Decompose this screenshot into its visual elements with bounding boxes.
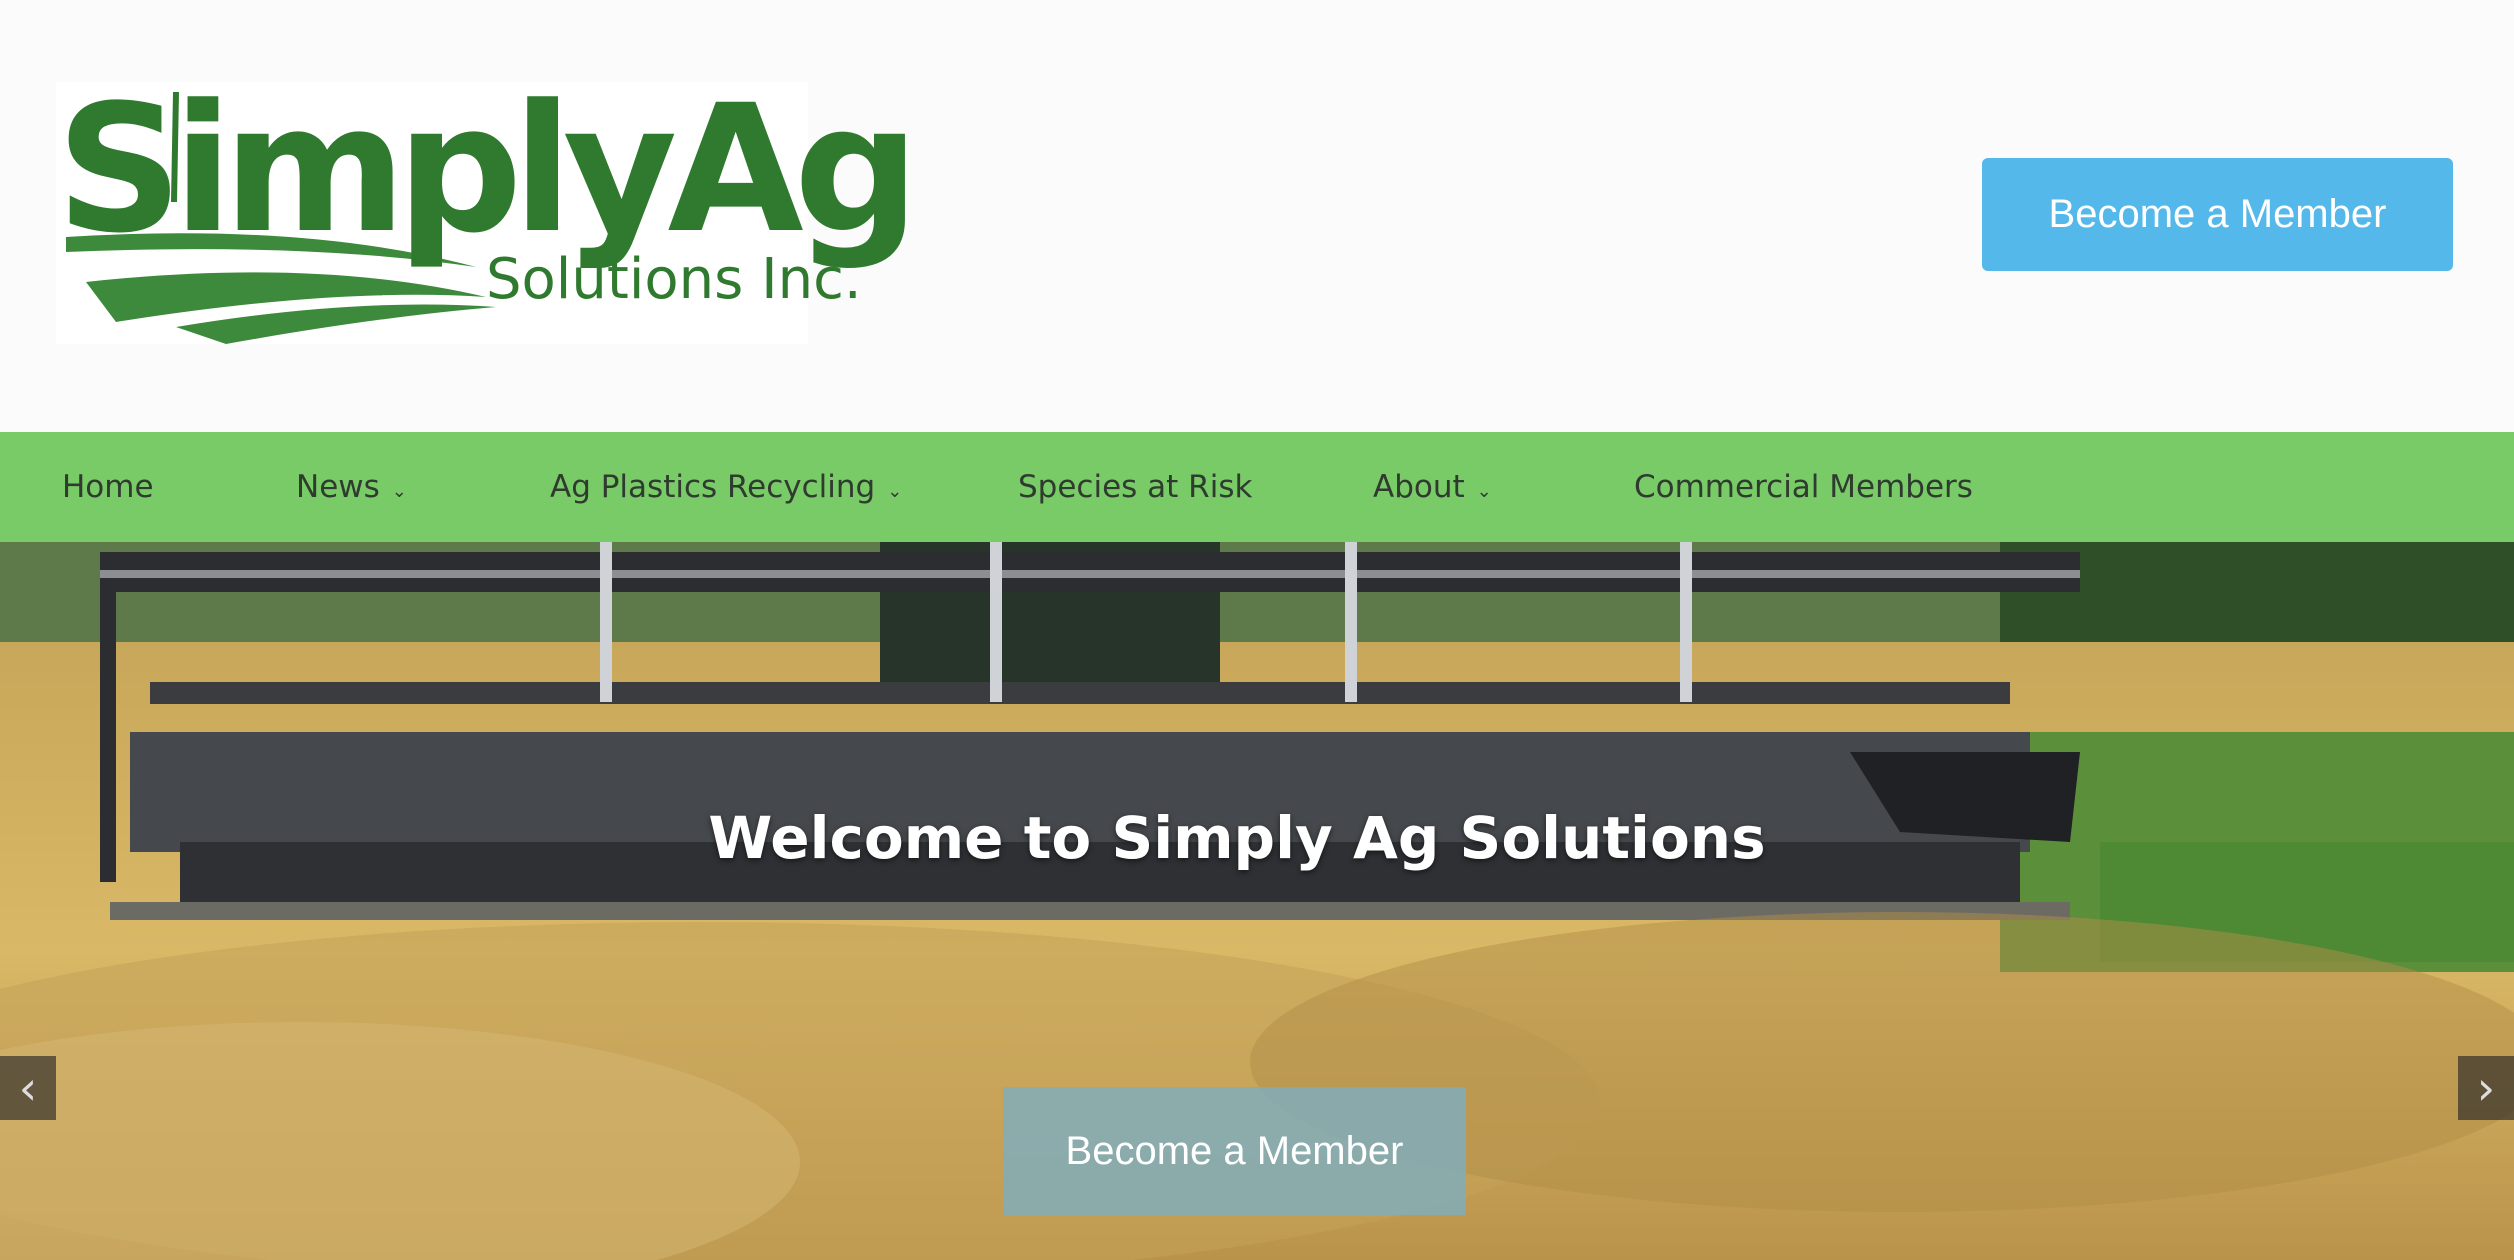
- nav-item-label: About: [1373, 469, 1465, 505]
- become-member-button[interactable]: Become a Member: [1982, 158, 2453, 271]
- slider-next-button[interactable]: ›: [2458, 1056, 2514, 1120]
- chevron-down-icon: ⌄: [1476, 480, 1492, 502]
- nav-item-ag-plastics-recycling[interactable]: Ag Plastics Recycling ⌄: [550, 432, 902, 542]
- nav-item-label: Commercial Members: [1634, 469, 1973, 505]
- chevron-down-icon: ⌄: [887, 480, 903, 502]
- nav-item-commercial-members[interactable]: Commercial Members: [1634, 432, 1973, 542]
- hero-slider: Welcome to Simply Ag Solutions Become a …: [0, 542, 2514, 1260]
- main-nav: Home News ⌄ Ag Plastics Recycling ⌄ Spec…: [0, 432, 2514, 542]
- slider-prev-button[interactable]: ‹: [0, 1056, 56, 1120]
- site-logo[interactable]: SimplyAg Solutions Inc.: [56, 82, 920, 344]
- chevron-left-icon: ‹: [18, 1061, 38, 1115]
- logo-tagline: Solutions Inc.: [486, 247, 862, 312]
- nav-item-label: Home: [62, 469, 154, 505]
- nav-item-about[interactable]: About ⌄: [1373, 432, 1492, 542]
- nav-item-label: Ag Plastics Recycling: [550, 469, 876, 505]
- nav-item-news[interactable]: News ⌄: [296, 432, 407, 542]
- hero-title: Welcome to Simply Ag Solutions: [708, 804, 1766, 872]
- chevron-down-icon: ⌄: [391, 480, 407, 502]
- nav-item-species-at-risk[interactable]: Species at Risk: [1018, 432, 1252, 542]
- logo-wordmark: SimplyAg: [56, 67, 920, 272]
- site-header: SimplyAg Solutions Inc. Become a Member: [0, 0, 2514, 432]
- nav-item-home[interactable]: Home: [62, 432, 154, 542]
- chevron-right-icon: ›: [2476, 1061, 2496, 1115]
- nav-item-label: News: [296, 469, 380, 505]
- hero-become-member-button[interactable]: Become a Member: [1003, 1087, 1466, 1215]
- nav-item-label: Species at Risk: [1018, 469, 1253, 505]
